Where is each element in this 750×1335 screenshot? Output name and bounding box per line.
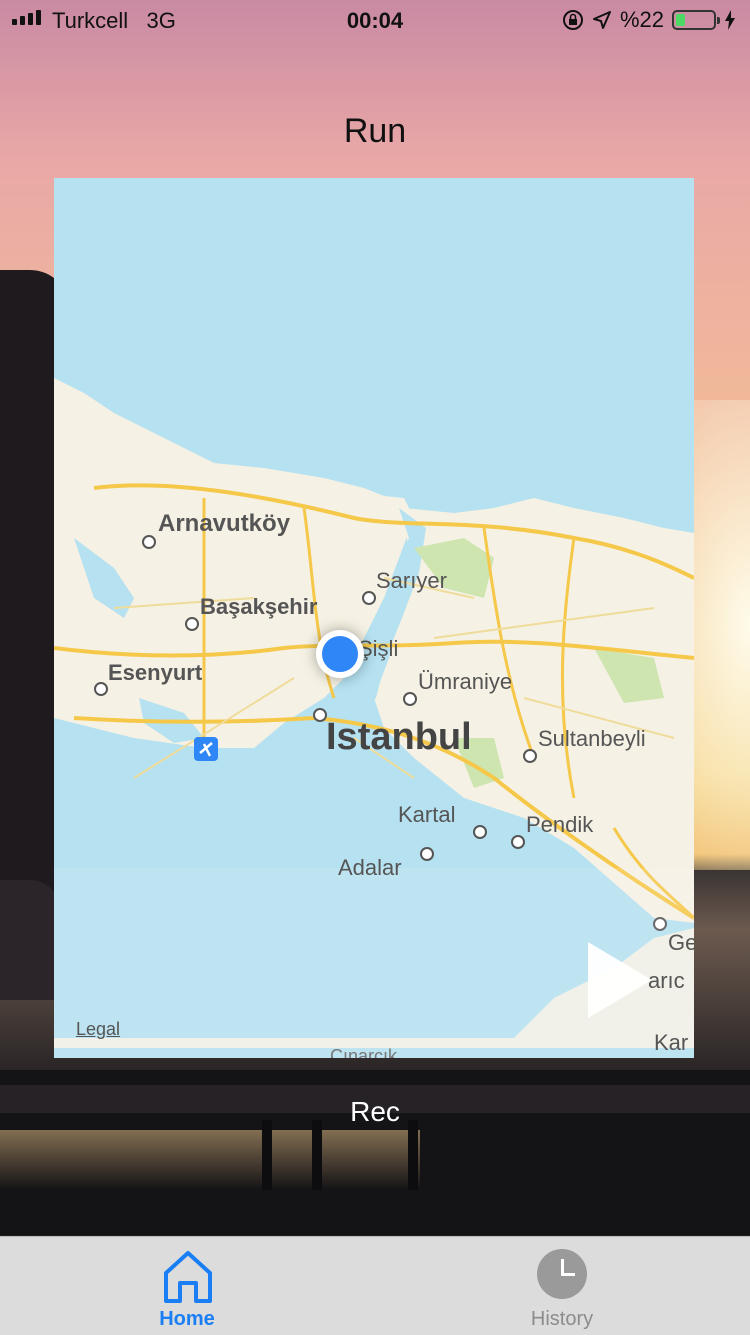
map-label-umraniye: Ümraniye <box>418 669 513 694</box>
map-point-pendik <box>511 835 525 849</box>
location-arrow-icon <box>592 11 611 29</box>
map-label-gebze: Ge <box>668 930 694 955</box>
tab-home-label: Home <box>159 1308 215 1330</box>
legal-link[interactable]: Legal <box>76 1019 120 1040</box>
map-label-sultanbeyli: Sultanbeyli <box>538 726 646 751</box>
map-point-sariyer <box>362 591 376 605</box>
map-point-basaksehir <box>185 617 199 631</box>
pier-post <box>312 1120 322 1190</box>
map-label-pendik: Pendik <box>526 812 594 837</box>
map-label-karamursel: Kar <box>654 1030 689 1055</box>
battery-percent: %22 <box>619 7 664 32</box>
map-point-sultanbeyli <box>523 749 537 763</box>
background-water-glint <box>0 1130 420 1190</box>
map-label-arnavutkoy: Arnavutköy <box>158 510 291 537</box>
map-point-kartal <box>473 825 487 839</box>
map-view[interactable]: Arnavutköy Sarıyer Başakşehir Şişli Esen… <box>54 178 694 1058</box>
map-label-adalar: Adalar <box>338 855 402 880</box>
home-icon <box>164 1251 212 1303</box>
charging-bolt-icon <box>725 10 735 30</box>
map-point-umraniye <box>403 692 417 706</box>
background-runner-foot <box>0 880 60 1000</box>
map-point-esenyurt <box>94 682 108 696</box>
orientation-lock-icon <box>562 10 583 30</box>
map-point-arnavutkoy <box>142 535 156 549</box>
status-right-group: %22 <box>562 7 736 33</box>
page-title: Run <box>343 112 407 150</box>
pier-post <box>262 1120 272 1190</box>
tab-history[interactable]: History <box>462 1237 662 1335</box>
map-label-basaksehir: Başakşehir <box>200 594 318 619</box>
map-label-darica: arıc <box>648 968 685 993</box>
tab-home[interactable]: Home <box>87 1237 287 1335</box>
map-label-kartal: Kartal <box>398 802 456 827</box>
rec-button[interactable]: Rec <box>0 1096 750 1128</box>
map-label-istanbul: Istanbul <box>326 716 472 758</box>
map-label-sariyer: Sarıyer <box>376 568 447 593</box>
pier-post <box>408 1120 418 1190</box>
status-bar: Turkcell 3G 00:04 %22 <box>0 0 750 40</box>
tab-bar: Home History <box>0 1236 750 1335</box>
battery-fill <box>676 14 685 26</box>
map-point-adalar <box>420 847 434 861</box>
clock-icon <box>537 1249 587 1299</box>
tab-history-label: History <box>530 1308 594 1330</box>
map-label-esenyurt: Esenyurt <box>108 660 203 685</box>
current-location-dot <box>316 630 364 678</box>
map-point-istanbul <box>313 708 327 722</box>
play-icon[interactable] <box>588 942 652 1018</box>
battery-icon <box>672 10 720 30</box>
map-label-sisli: Şişli <box>358 636 399 661</box>
map-canvas <box>54 178 694 1058</box>
map-label-cinarcik: Çınarcık <box>330 1046 398 1058</box>
